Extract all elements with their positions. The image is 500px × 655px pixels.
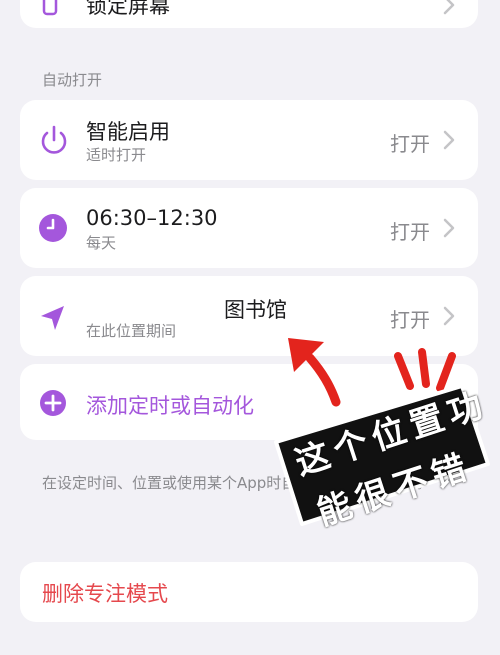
smart-activation-title: 智能启用 — [86, 120, 170, 144]
smart-activation-subtitle: 适时打开 — [86, 146, 147, 164]
clock-icon — [39, 214, 67, 242]
chevron-right-icon — [443, 306, 455, 326]
smart-activation-status: 打开 — [390, 132, 430, 156]
location-row[interactable]: 图书馆 在此位置期间 打开 — [20, 276, 478, 356]
delete-focus-row[interactable]: 删除专注模式 — [20, 562, 478, 622]
plus-circle-icon — [40, 390, 66, 416]
smart-activation-row[interactable]: 智能启用 适时打开 打开 — [20, 100, 478, 180]
location-subtitle: 在此位置期间 — [86, 322, 177, 340]
chevron-right-icon — [443, 0, 455, 15]
chevron-right-icon — [443, 218, 455, 238]
location-title: 图书馆 — [224, 298, 287, 322]
annotation-sticker: 这个位置功 能很不错 — [262, 378, 496, 534]
schedule-subtitle: 每天 — [86, 234, 117, 252]
location-arrow-icon — [41, 306, 64, 330]
lock-screen-row[interactable]: 锁定屏幕 — [20, 0, 478, 28]
schedule-title: 06:30–12:30 — [86, 206, 218, 230]
add-automation-label: 添加定时或自动化 — [86, 394, 254, 418]
chevron-right-icon — [443, 130, 455, 150]
phone-icon — [42, 0, 58, 16]
power-icon — [41, 125, 67, 154]
delete-focus-button[interactable]: 删除专注模式 — [42, 578, 168, 608]
location-status: 打开 — [390, 308, 430, 332]
schedule-row[interactable]: 06:30–12:30 每天 打开 — [20, 188, 478, 268]
section-label-auto-open: 自动打开 — [42, 71, 103, 89]
lock-screen-label: 锁定屏幕 — [86, 0, 170, 18]
schedule-status: 打开 — [390, 220, 430, 244]
